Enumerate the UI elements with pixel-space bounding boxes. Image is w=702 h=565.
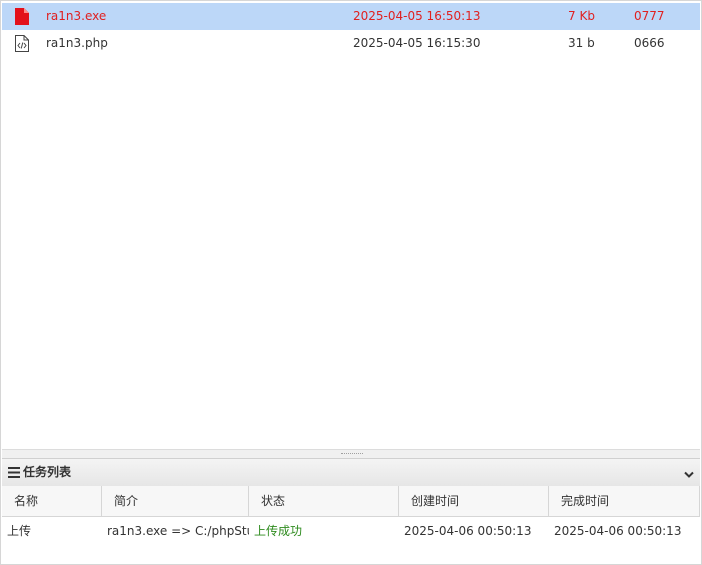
file-row-ra1n3-php[interactable]: ra1n3.php 2025-04-05 16:15:30 31 b 0666	[2, 30, 700, 57]
task-name: 上传	[7, 524, 32, 538]
column-header-created-time[interactable]: 创建时间	[399, 486, 549, 516]
task-created-time: 2025-04-06 00:50:13	[404, 524, 532, 538]
splitter-grip[interactable]	[341, 453, 363, 456]
column-header-name[interactable]: 名称	[2, 486, 102, 516]
file-name[interactable]: ra1n3.exe	[46, 3, 106, 30]
task-status: 上传成功	[254, 524, 303, 538]
task-panel-header[interactable]: 任务列表	[2, 458, 700, 487]
column-header-status[interactable]: 状态	[249, 486, 399, 516]
file-icon	[13, 7, 31, 26]
column-header-finished-time[interactable]: 完成时间	[549, 486, 700, 516]
file-size: 31 b	[568, 36, 595, 50]
list-icon	[8, 467, 20, 478]
table-row[interactable]: 上传 ra1n3.exe => C:/phpStu 上传成功 2025-04-0…	[2, 517, 700, 545]
task-finished-time: 2025-04-06 00:50:13	[554, 524, 682, 538]
file-date: 2025-04-05 16:50:13	[353, 9, 481, 23]
file-list: ra1n3.exe 2025-04-05 16:50:13 7 Kb 0777 …	[2, 2, 700, 448]
file-size: 7 Kb	[568, 9, 595, 23]
file-permissions[interactable]: 0777	[634, 3, 665, 30]
column-header-description[interactable]: 简介	[102, 486, 249, 516]
file-permissions[interactable]: 0666	[634, 30, 665, 57]
task-panel-title: 任务列表	[23, 465, 72, 479]
php-file-icon	[13, 34, 31, 53]
task-description: ra1n3.exe => C:/phpStu	[107, 524, 249, 538]
chevron-down-icon[interactable]	[684, 468, 694, 478]
panel-splitter[interactable]	[2, 449, 700, 458]
task-panel: 任务列表 名称 简介 状态 创建时间 完成时间 上传 ra1n3.exe => …	[2, 458, 700, 564]
file-name[interactable]: ra1n3.php	[46, 30, 108, 57]
file-date: 2025-04-05 16:15:30	[353, 36, 481, 50]
task-table-header: 名称 简介 状态 创建时间 完成时间	[2, 486, 700, 517]
file-manager-window: ra1n3.exe 2025-04-05 16:50:13 7 Kb 0777 …	[0, 0, 702, 565]
file-row-ra1n3-exe[interactable]: ra1n3.exe 2025-04-05 16:50:13 7 Kb 0777	[2, 3, 700, 30]
